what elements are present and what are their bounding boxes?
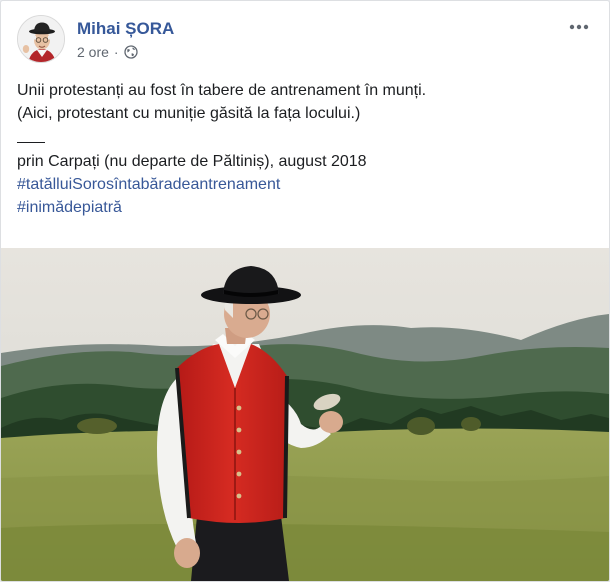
avatar-image <box>18 16 64 62</box>
post-text: Unii protestanți au fost în tabere de an… <box>17 79 593 219</box>
ellipsis-icon <box>569 24 589 30</box>
post-location-line: prin Carpați (nu departe de Păltiniș), a… <box>17 153 367 170</box>
meta-separator: · <box>113 44 119 60</box>
hashtag-1[interactable]: #tatălluiSorosîntabăradeantrenament <box>17 176 280 193</box>
hashtag-2[interactable]: #inimădepiatră <box>17 199 122 216</box>
post-header: Mihai ȘORA 2 ore · <box>17 15 593 63</box>
author-name[interactable]: Mihai ȘORA <box>77 19 174 39</box>
post-meta: 2 ore · <box>77 44 138 60</box>
author-avatar[interactable] <box>17 15 65 63</box>
globe-icon[interactable] <box>123 45 138 59</box>
post-line-1: Unii protestanți au fost în tabere de an… <box>17 82 427 99</box>
post-line-2: (Aici, protestant cu muniție găsită la f… <box>17 105 361 122</box>
more-options-button[interactable] <box>565 17 593 37</box>
facebook-post: Mihai ȘORA 2 ore · Unii protestanți au f… <box>0 0 610 582</box>
post-photo[interactable] <box>1 248 609 581</box>
post-time[interactable]: 2 ore <box>77 44 109 60</box>
text-divider <box>17 142 45 143</box>
